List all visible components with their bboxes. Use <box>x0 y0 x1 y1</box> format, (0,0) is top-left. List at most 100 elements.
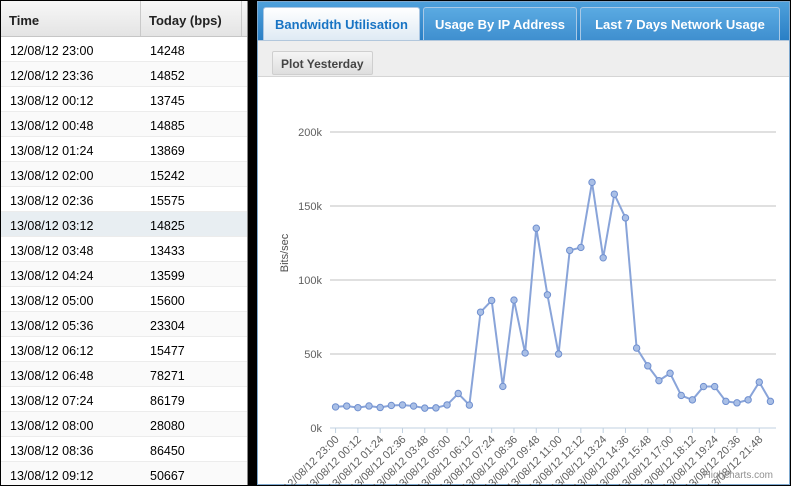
cell-time: 13/08/12 02:00 <box>10 169 94 183</box>
table-row[interactable]: 13/08/12 00:12 13745 <box>1 87 247 112</box>
chart-point[interactable] <box>387 401 396 410</box>
chart-point[interactable] <box>699 382 708 391</box>
chart-point[interactable] <box>454 389 462 398</box>
cell-time: 12/08/12 23:36 <box>10 69 94 83</box>
chart-point[interactable] <box>476 308 485 316</box>
table-row[interactable]: 13/08/12 06:48 78271 <box>1 362 247 387</box>
chart-point[interactable] <box>610 190 619 198</box>
table-row[interactable]: 13/08/12 00:48 14885 <box>1 112 247 137</box>
cell-time: 13/08/12 01:24 <box>10 144 94 158</box>
chart-point[interactable] <box>644 362 652 370</box>
chart-point[interactable] <box>398 401 407 409</box>
chart-toolbar: Plot Yesterday <box>258 41 789 77</box>
plot-yesterday-button[interactable]: Plot Yesterday <box>272 51 373 75</box>
table-row[interactable]: 13/08/12 03:48 13433 <box>1 237 247 262</box>
highcharts-credit[interactable]: Highcharts.com <box>704 470 773 481</box>
chart-point[interactable] <box>409 402 418 410</box>
chart-point[interactable] <box>331 403 340 411</box>
chart-point[interactable] <box>443 401 451 409</box>
cell-bps: 13433 <box>150 244 185 258</box>
table-row[interactable]: 13/08/12 01:24 13869 <box>1 137 247 162</box>
grid-body: 12/08/12 23:00 14248 12/08/12 23:36 14852 13… <box>1 37 247 485</box>
y-tick-label: 50k <box>304 349 322 361</box>
table-row[interactable]: 13/08/12 06:12 15477 <box>1 337 247 362</box>
chart-point[interactable] <box>421 404 429 412</box>
chart-point[interactable] <box>755 378 763 386</box>
chart-point[interactable] <box>577 243 585 252</box>
bandwidth-chart: 0k 50k 100k 150k 200k Bits/sec 12/08/12 23:0… <box>279 127 776 485</box>
chart-point[interactable] <box>432 404 440 412</box>
tab-usage-by-ip-address[interactable]: Usage By IP Address <box>423 7 577 40</box>
chart-y-axis-label: Bits/sec <box>279 233 291 272</box>
chart-point[interactable] <box>566 246 574 255</box>
cell-time: 13/08/12 06:48 <box>10 369 94 383</box>
cell-time: 13/08/12 00:48 <box>10 119 94 133</box>
cell-bps: 50667 <box>150 469 185 483</box>
chart-point[interactable] <box>365 402 373 410</box>
chart-point[interactable] <box>722 397 730 406</box>
table-row[interactable]: 13/08/12 05:00 15600 <box>1 287 247 312</box>
chart-point[interactable] <box>532 224 540 232</box>
chart-point[interactable] <box>733 399 741 407</box>
cell-time: 13/08/12 05:00 <box>10 294 94 308</box>
cell-time: 13/08/12 08:00 <box>10 419 94 433</box>
chart-x-tick-labels: 12/08/12 23:0013/08/12 00:1213/08/12 01:… <box>281 428 765 485</box>
cell-time: 13/08/12 05:36 <box>10 319 94 333</box>
chart-point[interactable] <box>655 376 663 385</box>
table-row[interactable]: 13/08/12 03:12 14825 <box>1 212 247 237</box>
tab-bandwidth-utilisation[interactable]: Bandwidth Utilisation <box>263 7 420 40</box>
chart-point[interactable] <box>677 391 685 400</box>
cell-time: 13/08/12 09:12 <box>10 469 94 483</box>
chart-gridlines <box>330 131 776 429</box>
chart-point[interactable] <box>688 396 697 404</box>
cell-bps: 14825 <box>150 219 185 233</box>
cell-bps: 13599 <box>150 269 185 283</box>
chart-point[interactable] <box>588 178 596 187</box>
table-row[interactable]: 13/08/12 08:36 86450 <box>1 437 247 462</box>
cell-time: 13/08/12 03:12 <box>10 219 94 233</box>
cell-time: 13/08/12 00:12 <box>10 94 94 108</box>
chart-point[interactable] <box>521 349 529 357</box>
table-row[interactable]: 13/08/12 09:12 50667 <box>1 462 247 485</box>
chart-point[interactable] <box>343 402 351 410</box>
chart-point[interactable] <box>465 401 474 409</box>
y-tick-label: 100k <box>298 275 322 287</box>
chart-y-tick-labels: 0k 50k 100k 150k 200k <box>298 127 322 435</box>
table-row[interactable]: 12/08/12 23:00 14248 <box>1 37 247 62</box>
cell-bps: 78271 <box>150 369 185 383</box>
cell-bps: 15477 <box>150 344 185 358</box>
table-row[interactable]: 13/08/12 05:36 23304 <box>1 312 247 337</box>
chart-point[interactable] <box>766 397 775 406</box>
chart-point[interactable] <box>510 296 518 304</box>
cell-bps: 23304 <box>150 319 185 333</box>
chart-point[interactable] <box>376 403 384 412</box>
tab-content: Plot Yesterday 0k 50k 100k 150k 200k Bits/se… <box>258 40 789 485</box>
cell-time: 13/08/12 02:36 <box>10 194 94 208</box>
table-row[interactable]: 12/08/12 23:36 14852 <box>1 62 247 87</box>
table-row[interactable]: 13/08/12 02:00 15242 <box>1 162 247 187</box>
table-row[interactable]: 13/08/12 07:24 86179 <box>1 387 247 412</box>
chart-point[interactable] <box>487 296 496 305</box>
table-row[interactable]: 13/08/12 08:00 28080 <box>1 412 247 437</box>
chart-point[interactable] <box>354 403 362 412</box>
chart-point[interactable] <box>710 382 719 391</box>
chart-point[interactable] <box>543 291 552 299</box>
table-row[interactable]: 13/08/12 02:36 15575 <box>1 187 247 212</box>
chart-point[interactable] <box>744 396 752 404</box>
tab-panel: Bandwidth Utilisation Usage By IP Addres… <box>257 1 790 485</box>
chart-point[interactable] <box>632 344 641 352</box>
chart-point[interactable] <box>499 382 507 391</box>
chart-point[interactable] <box>599 254 607 262</box>
column-header-time[interactable]: Time <box>1 1 141 36</box>
chart-point[interactable] <box>666 369 674 377</box>
cell-time: 13/08/12 06:12 <box>10 344 94 358</box>
bandwidth-grid: Time Today (bps) 12/08/12 23:00 14248 12/0… <box>1 1 248 485</box>
cell-bps: 15575 <box>150 194 185 208</box>
tab-last-7-days-network-usage[interactable]: Last 7 Days Network Usage <box>580 7 780 40</box>
table-row[interactable]: 13/08/12 04:24 13599 <box>1 262 247 287</box>
column-header-today-bps[interactable]: Today (bps) <box>141 1 242 36</box>
chart-point[interactable] <box>554 350 563 358</box>
chart-point[interactable] <box>621 214 630 222</box>
cell-bps: 28080 <box>150 419 185 433</box>
cell-time: 12/08/12 23:00 <box>10 44 94 58</box>
